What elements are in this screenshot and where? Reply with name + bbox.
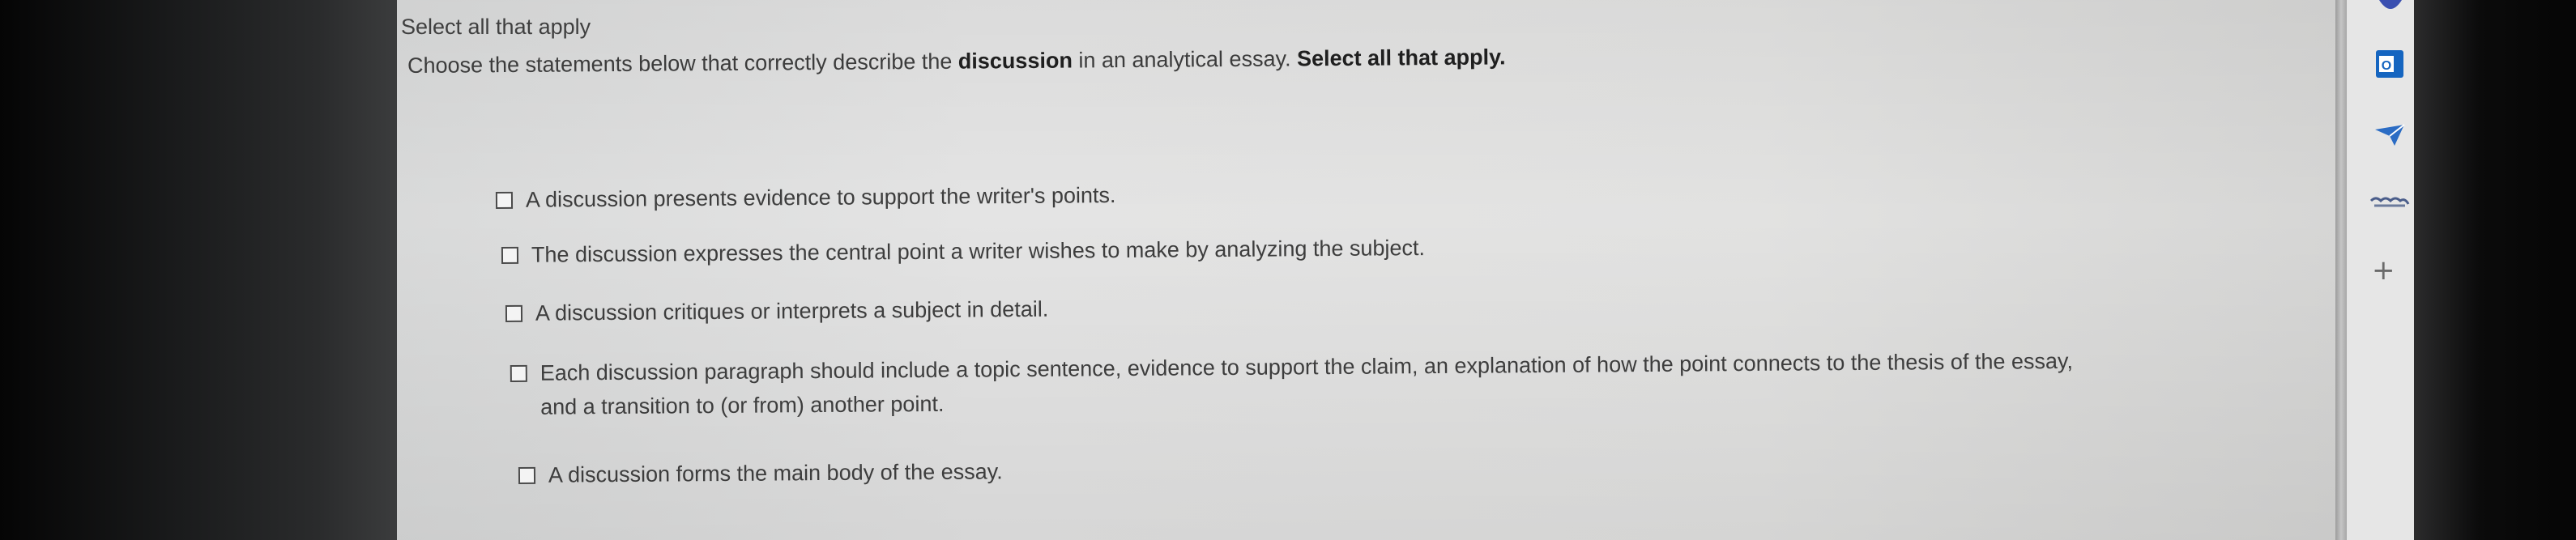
checkbox-option-4[interactable]: [510, 364, 527, 383]
outlook-icon[interactable]: O: [2376, 50, 2403, 78]
prompt-keyword: discussion: [957, 48, 1073, 74]
answer-option-3[interactable]: A discussion critiques or interprets a s…: [505, 297, 1049, 330]
app-icon[interactable]: [2369, 194, 2410, 212]
option-label: A discussion critiques or interprets a s…: [535, 296, 1049, 325]
option-label: Each discussion paragraph should include…: [540, 348, 2074, 419]
option-label: The discussion expresses the central poi…: [531, 236, 1426, 267]
app-icon[interactable]: [2378, 0, 2403, 11]
checkbox-option-1[interactable]: [495, 191, 514, 209]
answer-option-5[interactable]: A discussion forms the main body of the …: [518, 459, 1003, 492]
prompt-select-all: Select all that apply.: [1296, 45, 1506, 71]
checkbox-option-3[interactable]: [505, 304, 523, 322]
window-divider: [2335, 0, 2347, 540]
prompt-text-mid: in an analytical essay.: [1072, 46, 1298, 73]
send-icon[interactable]: [2373, 121, 2406, 149]
checkbox-option-5[interactable]: [518, 466, 536, 484]
monitor-bezel-right: [2414, 0, 2576, 540]
svg-text:O: O: [2382, 59, 2391, 73]
option-label: A discussion presents evidence to suppor…: [525, 182, 1116, 212]
answer-option-4[interactable]: Each discussion paragraph should include…: [510, 349, 2105, 424]
instruction-text: Select all that apply: [401, 15, 591, 39]
answer-option-1[interactable]: A discussion presents evidence to suppor…: [495, 183, 1116, 217]
option-label: A discussion forms the main body of the …: [548, 459, 1003, 487]
prompt-text: Choose the statements below that correct…: [407, 49, 958, 78]
checkbox-option-2[interactable]: [501, 246, 519, 264]
monitor-bezel-left: [0, 0, 397, 540]
add-icon[interactable]: +: [2372, 254, 2395, 287]
